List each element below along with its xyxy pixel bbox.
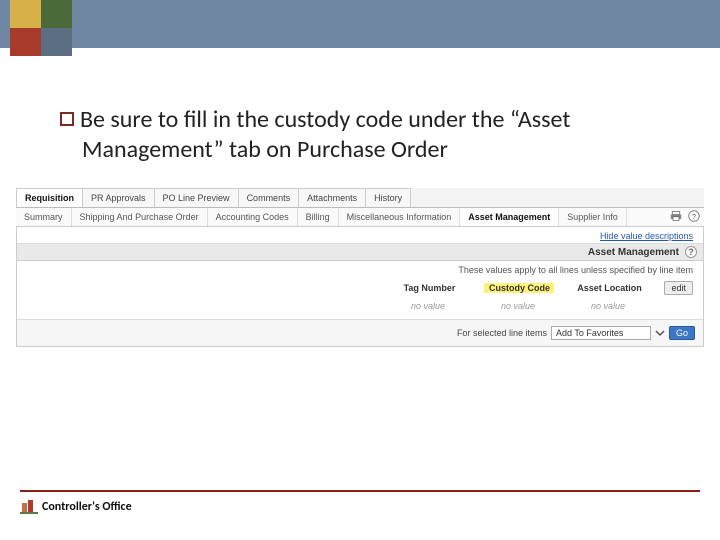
logo-square: [41, 28, 72, 56]
footer-label: For selected line items: [457, 328, 547, 338]
building-icon: [20, 498, 38, 516]
section-help-icon[interactable]: ?: [685, 246, 697, 258]
subtab-misc[interactable]: Miscellaneous Information: [339, 208, 461, 226]
value-custody-code: no value: [483, 301, 553, 311]
value-asset-location: no value: [573, 301, 643, 311]
slide-header-bar: [0, 0, 720, 48]
svg-text:?: ?: [692, 212, 696, 221]
help-icon[interactable]: ?: [688, 210, 700, 222]
subtab-supplier-info[interactable]: Supplier Info: [559, 208, 627, 226]
go-button[interactable]: Go: [669, 326, 695, 340]
subtab-asset-management[interactable]: Asset Management: [460, 208, 559, 226]
column-headers: Tag Number Custody Code Asset Location e…: [17, 279, 703, 297]
subtab-billing[interactable]: Billing: [298, 208, 339, 226]
section-header: Asset Management ?: [17, 244, 703, 261]
line-items-footer: For selected line items Add To Favorites…: [17, 320, 703, 346]
tab-po-line-preview[interactable]: PO Line Preview: [154, 188, 239, 207]
square-bullet-icon: [60, 112, 74, 126]
col-asset-location: Asset Location: [574, 283, 644, 293]
secondary-tabs: Summary Shipping And Purchase Order Acco…: [16, 208, 704, 227]
logo-block: [10, 0, 72, 56]
footer-select[interactable]: Add To Favorites: [551, 326, 651, 340]
section-title: Asset Management: [588, 247, 679, 258]
subtab-shipping[interactable]: Shipping And Purchase Order: [72, 208, 208, 226]
col-custody-code: Custody Code: [484, 283, 554, 293]
tab-comments[interactable]: Comments: [238, 188, 300, 207]
logo-square: [10, 0, 41, 28]
tab-pr-approvals[interactable]: PR Approvals: [82, 188, 155, 207]
section-note: These values apply to all lines unless s…: [17, 261, 703, 279]
hide-value-descriptions-link[interactable]: Hide value descriptions: [17, 227, 703, 244]
slide-footer: Controller's Office: [20, 490, 700, 516]
value-row: no value no value no value: [17, 297, 703, 320]
bullet-text: Be sure to fill in the custody code unde…: [60, 105, 670, 165]
logo-square: [10, 28, 41, 56]
subtab-summary[interactable]: Summary: [16, 208, 72, 226]
app-screenshot: Requisition PR Approvals PO Line Preview…: [16, 188, 704, 347]
edit-button[interactable]: edit: [664, 281, 693, 295]
chevron-down-icon[interactable]: [655, 328, 665, 338]
value-tag-number: no value: [393, 301, 463, 311]
bullet-line-2: Management” tab on Purchase Order: [82, 135, 448, 164]
bullet-line-1: Be sure to fill in the custody code unde…: [80, 105, 570, 134]
tab-history[interactable]: History: [365, 188, 411, 207]
tab-attachments[interactable]: Attachments: [298, 188, 366, 207]
print-icon[interactable]: [670, 210, 682, 222]
col-tag-number: Tag Number: [394, 283, 464, 293]
slide-footer-text: Controller's Office: [42, 500, 132, 514]
primary-tabs: Requisition PR Approvals PO Line Preview…: [16, 188, 704, 208]
tab-requisition[interactable]: Requisition: [16, 188, 83, 207]
subtab-accounting[interactable]: Accounting Codes: [208, 208, 298, 226]
logo-square: [41, 0, 72, 28]
panel: Hide value descriptions Asset Management…: [16, 227, 704, 347]
